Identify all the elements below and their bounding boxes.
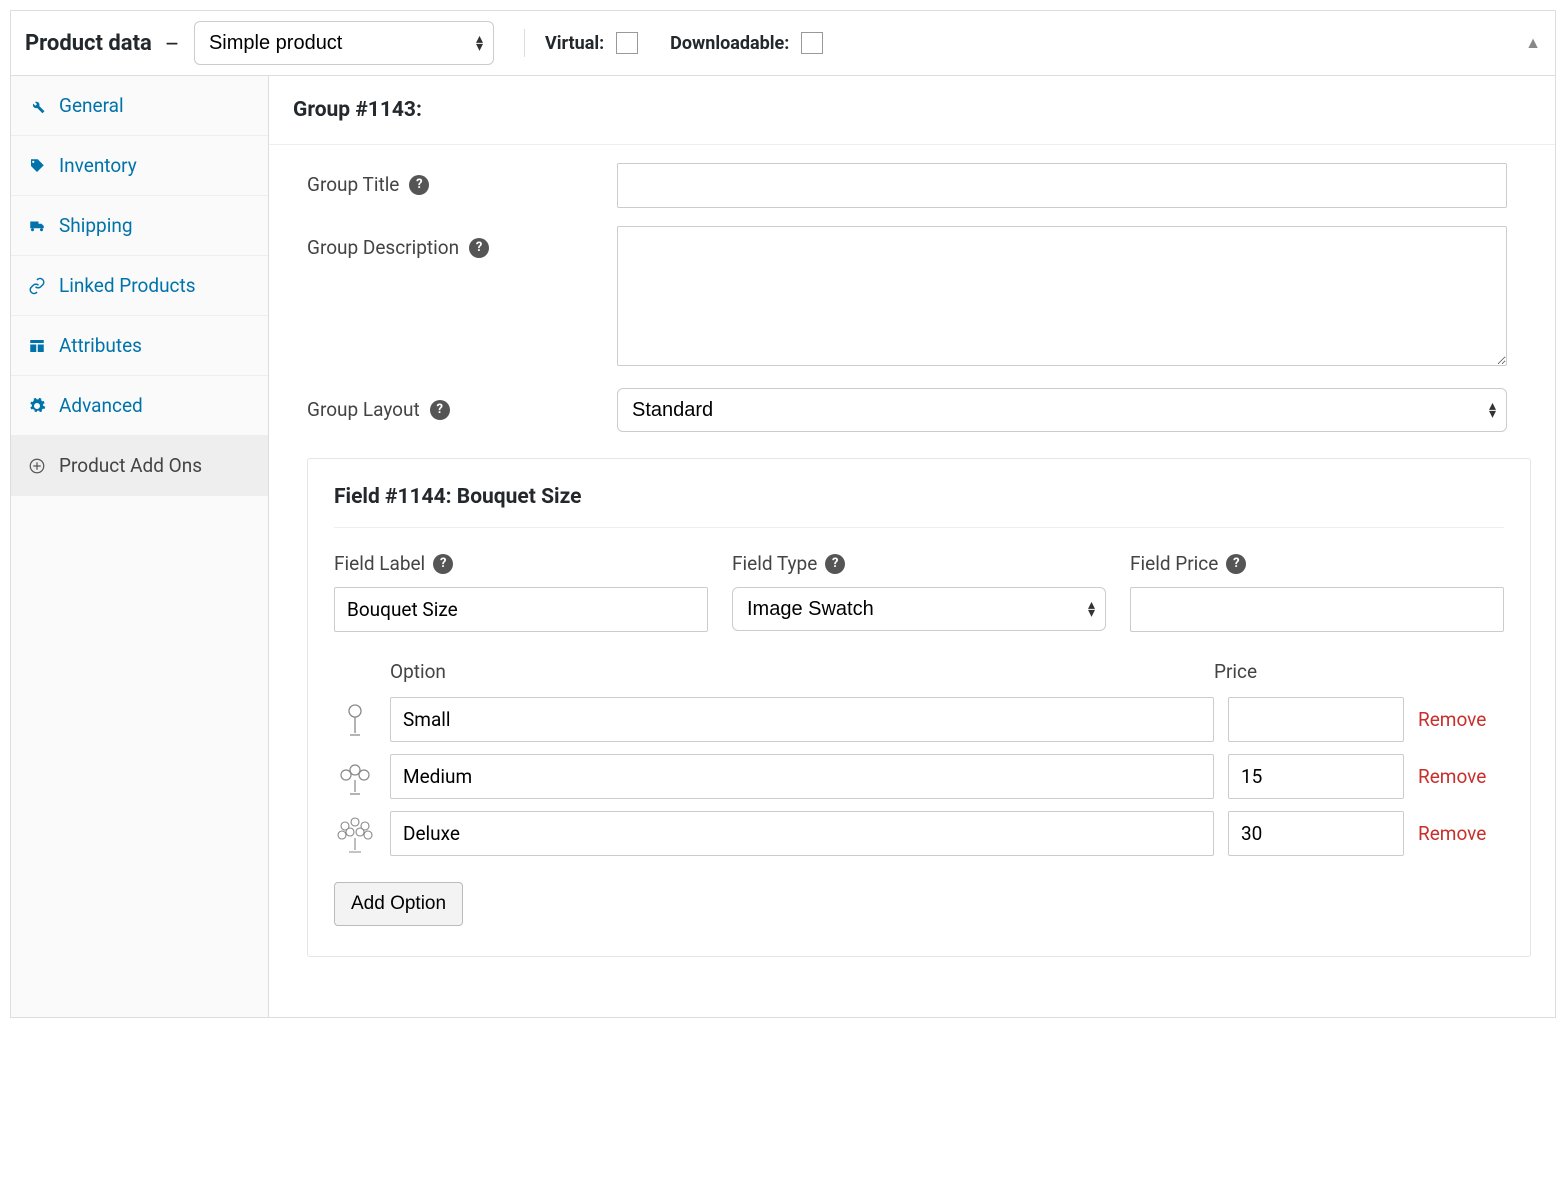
tab-label: Advanced (59, 394, 143, 417)
field-label-label: Field Label (334, 552, 425, 575)
group-description-input[interactable] (617, 226, 1507, 366)
option-row: Remove (334, 811, 1504, 856)
group-layout-select-input[interactable]: Standard (618, 389, 1506, 431)
tag-icon (27, 157, 47, 175)
tab-label: General (59, 94, 124, 117)
group-heading: Group #1143: (269, 98, 1555, 145)
help-icon[interactable]: ? (1226, 554, 1246, 574)
remove-option-link[interactable]: Remove (1418, 822, 1504, 845)
group-title-input[interactable] (617, 163, 1507, 208)
virtual-checkbox[interactable] (616, 32, 638, 54)
tab-attributes[interactable]: Attributes (11, 316, 268, 376)
help-icon[interactable]: ? (469, 238, 489, 258)
group-layout-row: Group Layout ? Standard ▴▾ (269, 370, 1555, 432)
virtual-toggle[interactable]: Virtual: (545, 32, 638, 54)
tab-shipping[interactable]: Shipping (11, 196, 268, 256)
group-description-label: Group Description (307, 236, 459, 259)
field-label-input[interactable] (334, 587, 708, 632)
panel-title: Product data (25, 31, 152, 56)
remove-option-link[interactable]: Remove (1418, 765, 1504, 788)
tab-advanced[interactable]: Advanced (11, 376, 268, 436)
group-description-row: Group Description ? (269, 208, 1555, 370)
option-name-input[interactable] (390, 811, 1214, 856)
group-title-row: Group Title ? (269, 145, 1555, 208)
downloadable-label: Downloadable: (670, 33, 789, 54)
tab-linked-products[interactable]: Linked Products (11, 256, 268, 316)
option-name-input[interactable] (390, 754, 1214, 799)
help-icon[interactable]: ? (430, 400, 450, 420)
header-divider (524, 29, 525, 57)
panel-header: Product data — Simple product ▴▾ Virtual… (11, 11, 1555, 76)
options-table: Option Price Remove (334, 660, 1504, 926)
swatch-image-deluxe[interactable] (334, 813, 376, 855)
wrench-icon (27, 97, 47, 115)
remove-option-link[interactable]: Remove (1418, 708, 1504, 731)
tab-inventory[interactable]: Inventory (11, 136, 268, 196)
option-price-input[interactable] (1228, 754, 1404, 799)
help-icon[interactable]: ? (409, 175, 429, 195)
add-option-button[interactable]: Add Option (334, 882, 463, 926)
link-icon (27, 277, 47, 295)
swatch-image-medium[interactable] (334, 756, 376, 798)
option-price-input[interactable] (1228, 811, 1404, 856)
field-columns: Field Label ? Field Type ? Image Swatch (334, 552, 1504, 632)
product-type-select-input[interactable]: Simple product (195, 22, 493, 64)
tab-product-add-ons[interactable]: Product Add Ons (11, 436, 268, 496)
option-name-input[interactable] (390, 697, 1214, 742)
help-icon[interactable]: ? (433, 554, 453, 574)
title-dash: — (166, 34, 178, 53)
product-type-select[interactable]: Simple product ▴▾ (194, 21, 494, 65)
gear-icon (27, 397, 47, 415)
plus-circle-icon (27, 457, 47, 475)
collapse-icon[interactable]: ▲ (1525, 33, 1541, 53)
field-price-input[interactable] (1130, 587, 1504, 632)
product-data-panel: Product data — Simple product ▴▾ Virtual… (10, 10, 1556, 1018)
tab-general[interactable]: General (11, 76, 268, 136)
field-heading: Field #1144: Bouquet Size (334, 485, 1504, 528)
field-price-col: Field Price ? (1130, 552, 1504, 632)
swatch-image-small[interactable] (334, 699, 376, 741)
help-icon[interactable]: ? (825, 554, 845, 574)
option-row: Remove (334, 754, 1504, 799)
option-row: Remove (334, 697, 1504, 742)
field-box: Field #1144: Bouquet Size Field Label ? … (307, 458, 1531, 957)
options-header: Option Price (334, 660, 1504, 697)
field-type-label: Field Type (732, 552, 817, 575)
truck-icon (27, 217, 47, 235)
content-area: Group #1143: Group Title ? Group Descrip… (269, 76, 1555, 1017)
price-col-header: Price (1214, 660, 1404, 683)
tab-label: Attributes (59, 334, 142, 357)
field-type-col: Field Type ? Image Swatch ▴▾ (732, 552, 1106, 632)
field-label-col: Field Label ? (334, 552, 708, 632)
tab-label: Linked Products (59, 274, 196, 297)
virtual-label: Virtual: (545, 33, 604, 54)
downloadable-checkbox[interactable] (801, 32, 823, 54)
panel-body: General Inventory Shipping Linked Produc… (11, 76, 1555, 1017)
field-type-select-input[interactable]: Image Swatch (733, 588, 1105, 630)
group-title-label: Group Title (307, 173, 399, 196)
option-col-header: Option (390, 660, 1214, 683)
tab-label: Inventory (59, 154, 137, 177)
group-layout-label: Group Layout (307, 398, 420, 421)
group-layout-select[interactable]: Standard ▴▾ (617, 388, 1507, 432)
tab-label: Product Add Ons (59, 454, 202, 477)
field-price-label: Field Price (1130, 552, 1218, 575)
option-price-input[interactable] (1228, 697, 1404, 742)
layout-icon (27, 337, 47, 355)
tabs-sidebar: General Inventory Shipping Linked Produc… (11, 76, 269, 1017)
tab-label: Shipping (59, 214, 133, 237)
downloadable-toggle[interactable]: Downloadable: (670, 32, 823, 54)
field-type-select[interactable]: Image Swatch ▴▾ (732, 587, 1106, 631)
